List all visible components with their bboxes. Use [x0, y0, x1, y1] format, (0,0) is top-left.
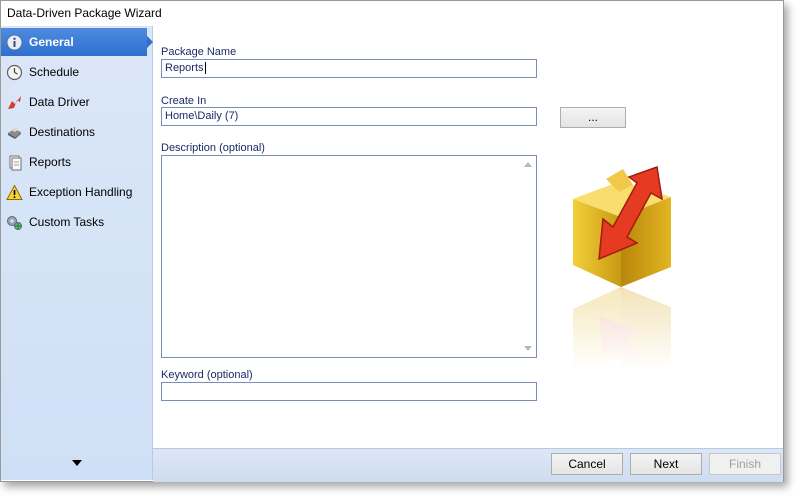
- sidebar-item-schedule[interactable]: Schedule: [1, 58, 152, 86]
- finish-button: Finish: [709, 453, 781, 475]
- sidebar-item-label: Destinations: [29, 125, 96, 139]
- create-in-input[interactable]: Home\Daily (7): [161, 107, 537, 126]
- package-name-input[interactable]: Reports: [161, 59, 537, 78]
- general-panel: Package Name Reports Create In Home\Dail…: [153, 26, 783, 448]
- create-in-label: Create In: [161, 95, 207, 107]
- sidebar-item-label: Reports: [29, 155, 72, 169]
- warning-icon: [6, 184, 23, 200]
- sidebar-item-destinations[interactable]: Destinations: [1, 118, 152, 146]
- sidebar-item-label: General: [29, 35, 74, 49]
- title-bar: Data-Driven Package Wizard: [1, 1, 783, 25]
- chevron-down-icon[interactable]: [72, 460, 82, 466]
- sidebar-item-data-driver[interactable]: Data Driver: [1, 88, 152, 116]
- wizard-window: Data-Driven Package Wizard General Sched…: [0, 0, 784, 482]
- description-label: Description (optional): [161, 142, 265, 154]
- sidebar-item-custom-tasks[interactable]: Custom Tasks: [1, 208, 152, 236]
- printer-icon: [8, 127, 21, 139]
- package-box-icon: [561, 165, 681, 369]
- sidebar-item-label: Custom Tasks: [29, 215, 105, 229]
- description-textarea[interactable]: [161, 155, 537, 358]
- cancel-button[interactable]: Cancel: [551, 453, 623, 475]
- sidebar-item-label: Data Driver: [29, 95, 90, 109]
- sidebar-item-exception-handling[interactable]: Exception Handling: [1, 178, 152, 206]
- wizard-footer: Cancel Next Finish: [153, 448, 783, 482]
- create-in-value: Home\Daily (7): [165, 110, 239, 122]
- scroll-down-icon[interactable]: [524, 346, 532, 351]
- keyword-label: Keyword (optional): [161, 369, 253, 381]
- sidebar-item-label: Schedule: [29, 65, 80, 79]
- sidebar-item-reports[interactable]: Reports: [1, 148, 152, 176]
- data-driver-icon: [8, 96, 21, 109]
- browse-button[interactable]: ...: [560, 107, 626, 128]
- document-icon: [9, 155, 22, 171]
- sidebar-nav: General Schedule Data Driver Destination…: [1, 26, 153, 480]
- gears-icon: [7, 216, 22, 230]
- scroll-up-icon[interactable]: [524, 162, 532, 167]
- window-title: Data-Driven Package Wizard: [7, 6, 162, 20]
- package-name-value: Reports: [165, 62, 204, 74]
- clock-icon: [6, 64, 23, 81]
- text-caret: [204, 62, 206, 75]
- sidebar-item-general[interactable]: General: [1, 28, 153, 56]
- keyword-input[interactable]: [161, 382, 537, 401]
- package-name-label: Package Name: [161, 46, 237, 58]
- info-icon: [6, 34, 23, 51]
- next-button[interactable]: Next: [630, 453, 702, 475]
- description-scrollbar[interactable]: [520, 156, 536, 357]
- sidebar-item-label: Exception Handling: [29, 185, 133, 199]
